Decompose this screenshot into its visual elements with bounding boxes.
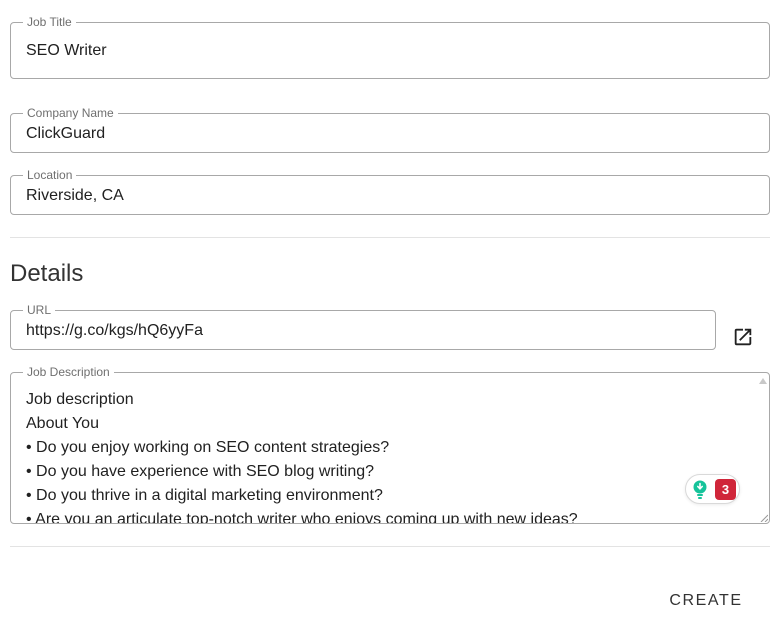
company-name-field[interactable]: Company Name ClickGuard <box>10 106 770 153</box>
company-name-value[interactable]: ClickGuard <box>26 124 105 144</box>
job-description-text[interactable]: Job description About You • Do you enjoy… <box>26 388 749 523</box>
create-button[interactable]: CREATE <box>660 586 752 616</box>
location-label: Location <box>23 168 77 182</box>
location-field[interactable]: Location Riverside, CA <box>10 168 770 215</box>
section-divider <box>10 237 770 238</box>
job-description-line: About You <box>26 415 99 432</box>
job-description-line: • Do you enjoy working on SEO content st… <box>26 439 390 456</box>
details-heading: Details <box>10 260 84 287</box>
open-url-button[interactable] <box>730 324 756 350</box>
url-value[interactable]: https://g.co/kgs/hQ6yyFa <box>26 321 203 341</box>
job-description-line: • Are you an articulate top-notch writer… <box>26 511 578 523</box>
job-title-label: Job Title <box>23 15 76 29</box>
resize-handle-icon[interactable] <box>760 514 768 522</box>
actions-divider <box>10 546 770 547</box>
url-field[interactable]: URL https://g.co/kgs/hQ6yyFa <box>10 303 716 350</box>
company-name-label: Company Name <box>23 106 118 120</box>
job-description-line: • Do you have experience with SEO blog w… <box>26 463 375 480</box>
job-description-label: Job Description <box>23 365 114 379</box>
job-description-field[interactable]: Job Description Job description About Yo… <box>10 365 770 524</box>
job-description-line: Job description <box>26 391 134 408</box>
lightbulb-icon <box>693 480 707 499</box>
job-title-field[interactable]: Job Title SEO Writer <box>10 15 770 79</box>
job-description-line: • Do you thrive in a digital marketing e… <box>26 487 383 504</box>
job-form: Job Title SEO Writer Company Name ClickG… <box>0 0 779 621</box>
suggestion-count: 3 <box>715 479 736 500</box>
job-title-value[interactable]: SEO Writer <box>26 41 107 61</box>
grammar-suggestions-badge[interactable]: 3 <box>685 474 740 504</box>
url-label: URL <box>23 303 56 317</box>
location-value[interactable]: Riverside, CA <box>26 186 124 206</box>
open-in-new-icon <box>734 328 752 346</box>
scroll-up-arrow[interactable] <box>759 378 767 384</box>
